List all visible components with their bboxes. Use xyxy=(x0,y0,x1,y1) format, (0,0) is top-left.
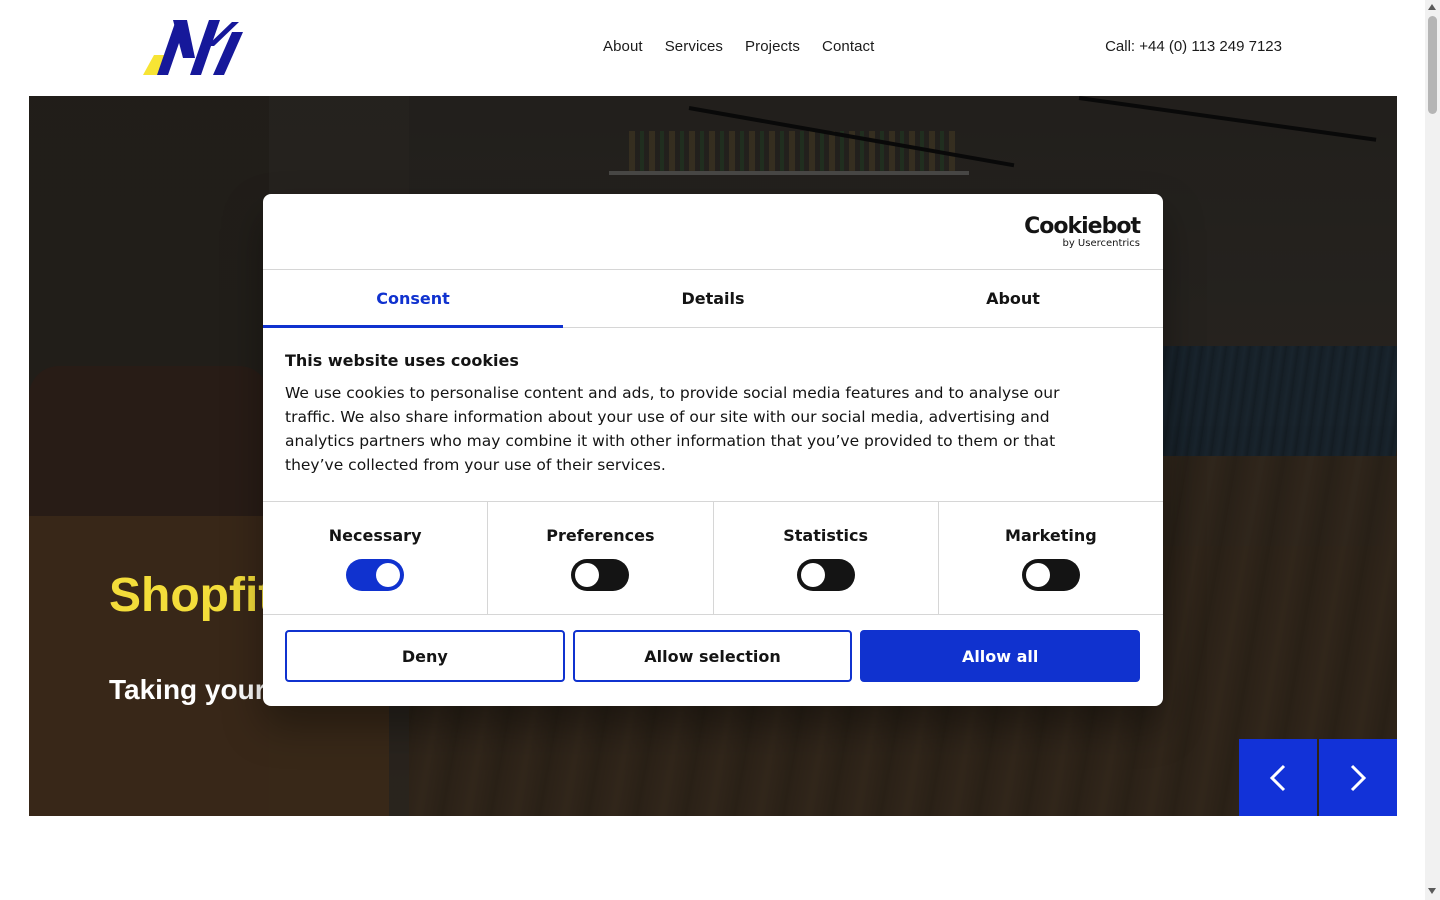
slider-prev-button[interactable] xyxy=(1239,739,1317,816)
cookie-body: This website uses cookies We use cookies… xyxy=(285,351,1095,477)
chevron-left-icon xyxy=(1269,764,1286,791)
cookie-consent-dialog: Cookiebot by Usercentrics Consent Detail… xyxy=(263,194,1163,706)
hero-subtitle: Taking your xyxy=(109,674,266,705)
cookie-buttons: Deny Allow selection Allow all xyxy=(285,630,1141,682)
cookie-tabs: Consent Details About xyxy=(263,270,1163,328)
toggle-knob xyxy=(575,563,600,587)
nav-about[interactable]: About xyxy=(603,38,643,55)
category-label: Preferences xyxy=(546,526,655,545)
cookie-heading: This website uses cookies xyxy=(285,351,519,370)
category-necessary: Necessary xyxy=(263,502,489,614)
cookie-description: We use cookies to personalise content an… xyxy=(285,384,1060,474)
cookiebot-logo[interactable]: Cookiebot by Usercentrics xyxy=(1024,216,1141,250)
necessary-toggle[interactable] xyxy=(346,559,405,591)
statistics-toggle[interactable] xyxy=(796,559,855,591)
main-nav: About Services Projects Contact xyxy=(603,38,874,55)
deny-button[interactable]: Deny xyxy=(285,630,565,682)
toggle-knob xyxy=(1025,563,1050,587)
category-statistics: Statistics xyxy=(714,502,939,614)
site-header: About Services Projects Contact Call: +4… xyxy=(0,0,1425,96)
nav-services[interactable]: Services xyxy=(665,38,723,55)
company-logo[interactable] xyxy=(143,20,243,76)
cookie-categories: Necessary Preferences Statistics Marketi… xyxy=(263,501,1163,615)
toggle-knob xyxy=(376,563,401,587)
tab-consent[interactable]: Consent xyxy=(263,270,563,328)
tab-about[interactable]: About xyxy=(863,270,1163,327)
category-preferences: Preferences xyxy=(488,502,714,614)
allow-selection-button[interactable]: Allow selection xyxy=(572,630,853,682)
nav-projects[interactable]: Projects xyxy=(745,38,800,55)
page-scrollbar[interactable] xyxy=(1425,0,1440,900)
marketing-toggle[interactable] xyxy=(1021,559,1080,591)
category-label: Statistics xyxy=(783,526,868,545)
scroll-thumb[interactable] xyxy=(1428,16,1437,114)
cookie-dialog-header: Cookiebot by Usercentrics xyxy=(263,194,1163,270)
toggle-knob xyxy=(800,563,825,587)
chevron-right-icon xyxy=(1350,764,1367,791)
tab-details[interactable]: Details xyxy=(563,270,863,327)
scroll-up-arrow-icon[interactable] xyxy=(1428,4,1436,10)
category-label: Marketing xyxy=(1005,526,1097,545)
slider-next-button[interactable] xyxy=(1319,739,1397,816)
preferences-toggle[interactable] xyxy=(571,559,630,591)
phone-number[interactable]: Call: +44 (0) 113 249 7123 xyxy=(1105,38,1282,55)
allow-all-button[interactable]: Allow all xyxy=(860,630,1141,682)
category-label: Necessary xyxy=(328,526,422,545)
category-marketing: Marketing xyxy=(939,502,1163,614)
nav-contact[interactable]: Contact xyxy=(822,38,874,55)
hero-title: Shopfit xyxy=(109,569,275,622)
scroll-down-arrow-icon[interactable] xyxy=(1428,888,1436,894)
